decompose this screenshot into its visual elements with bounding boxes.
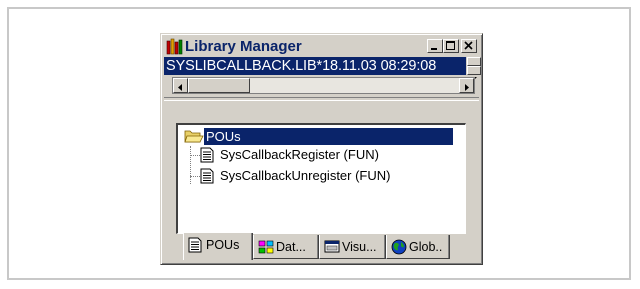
arrow-left-icon <box>178 84 182 91</box>
tab-label: Glob.. <box>409 240 443 254</box>
library-entry: SYSLIBCALLBACK.LIB*18.11.03 08:29:08 <box>166 58 437 74</box>
tab-visualizations[interactable]: Visu... <box>319 235 386 259</box>
minimize-button[interactable] <box>427 39 443 53</box>
window-title: Library Manager <box>185 38 302 55</box>
folder-open-icon <box>184 128 204 148</box>
tab-global-variables[interactable]: Glob.. <box>386 235 450 259</box>
library-manager-window: Library Manager SYSLIBCALLBACK.LIB*18.11… <box>160 33 483 265</box>
library-list-selected[interactable]: SYSLIBCALLBACK.LIB*18.11.03 08:29:08 <box>164 57 466 75</box>
visualization-icon <box>324 239 340 255</box>
tree-item-syscallbackunregister[interactable]: SysCallbackUnregister (FUN) <box>200 167 460 185</box>
close-icon <box>464 41 473 50</box>
tab-pous[interactable]: POUs <box>183 233 253 260</box>
tree-connector <box>190 176 200 177</box>
globe-icon <box>391 239 407 255</box>
document-icon <box>188 237 204 253</box>
tab-label: POUs <box>206 238 240 252</box>
title-bar[interactable]: Library Manager <box>164 37 479 56</box>
tree-item-label: SysCallbackRegister (FUN) <box>220 147 379 162</box>
library-list-spinner[interactable] <box>467 57 481 80</box>
scroll-left-button[interactable] <box>173 78 188 93</box>
document-icon <box>200 147 214 167</box>
tab-label: Visu... <box>342 240 377 254</box>
spin-up-button[interactable] <box>467 57 481 71</box>
minimize-icon <box>431 48 437 50</box>
tab-label: Dat... <box>276 240 306 254</box>
tab-data-types[interactable]: Dat... <box>253 235 319 259</box>
tree-connector <box>190 155 200 156</box>
tree-root-pous[interactable]: POUs <box>182 128 462 146</box>
horizontal-scrollbar[interactable] <box>172 77 475 94</box>
maximize-button[interactable] <box>443 39 459 53</box>
data-types-icon <box>258 239 274 255</box>
pou-tree[interactable]: POUs SysCallbackRegister (FUN) SysCallba… <box>176 123 466 234</box>
tree-item-label: SysCallbackUnregister (FUN) <box>220 168 391 183</box>
tree-item-syscallbackregister[interactable]: SysCallbackRegister (FUN) <box>200 146 460 164</box>
maximize-icon <box>446 41 455 50</box>
library-manager-icon <box>166 38 184 55</box>
scrollbar-thumb[interactable] <box>188 78 250 93</box>
document-icon <box>200 168 214 188</box>
splitter[interactable] <box>164 97 479 101</box>
scroll-right-button[interactable] <box>459 78 474 93</box>
tree-connector <box>190 146 191 184</box>
arrow-right-icon <box>465 84 469 91</box>
tree-root-label: POUs <box>204 128 453 145</box>
close-button[interactable] <box>461 39 477 53</box>
spin-down-button[interactable] <box>467 66 481 80</box>
